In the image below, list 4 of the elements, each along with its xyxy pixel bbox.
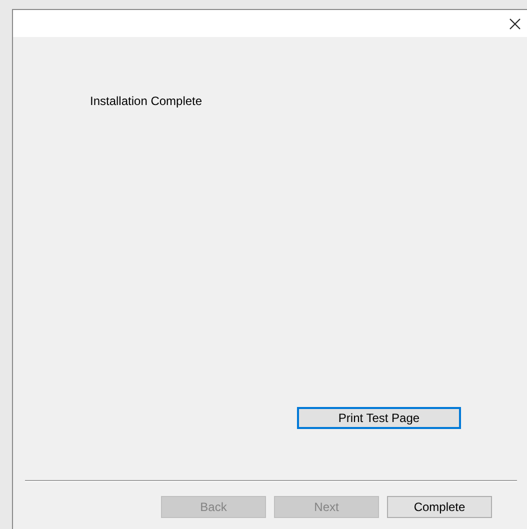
wizard-button[interactable]: Complete [387,496,492,518]
close-icon[interactable] [509,18,521,30]
print-test-page-button[interactable]: Print Test Page [297,407,461,429]
heading-text: Installation Complete [90,94,204,108]
